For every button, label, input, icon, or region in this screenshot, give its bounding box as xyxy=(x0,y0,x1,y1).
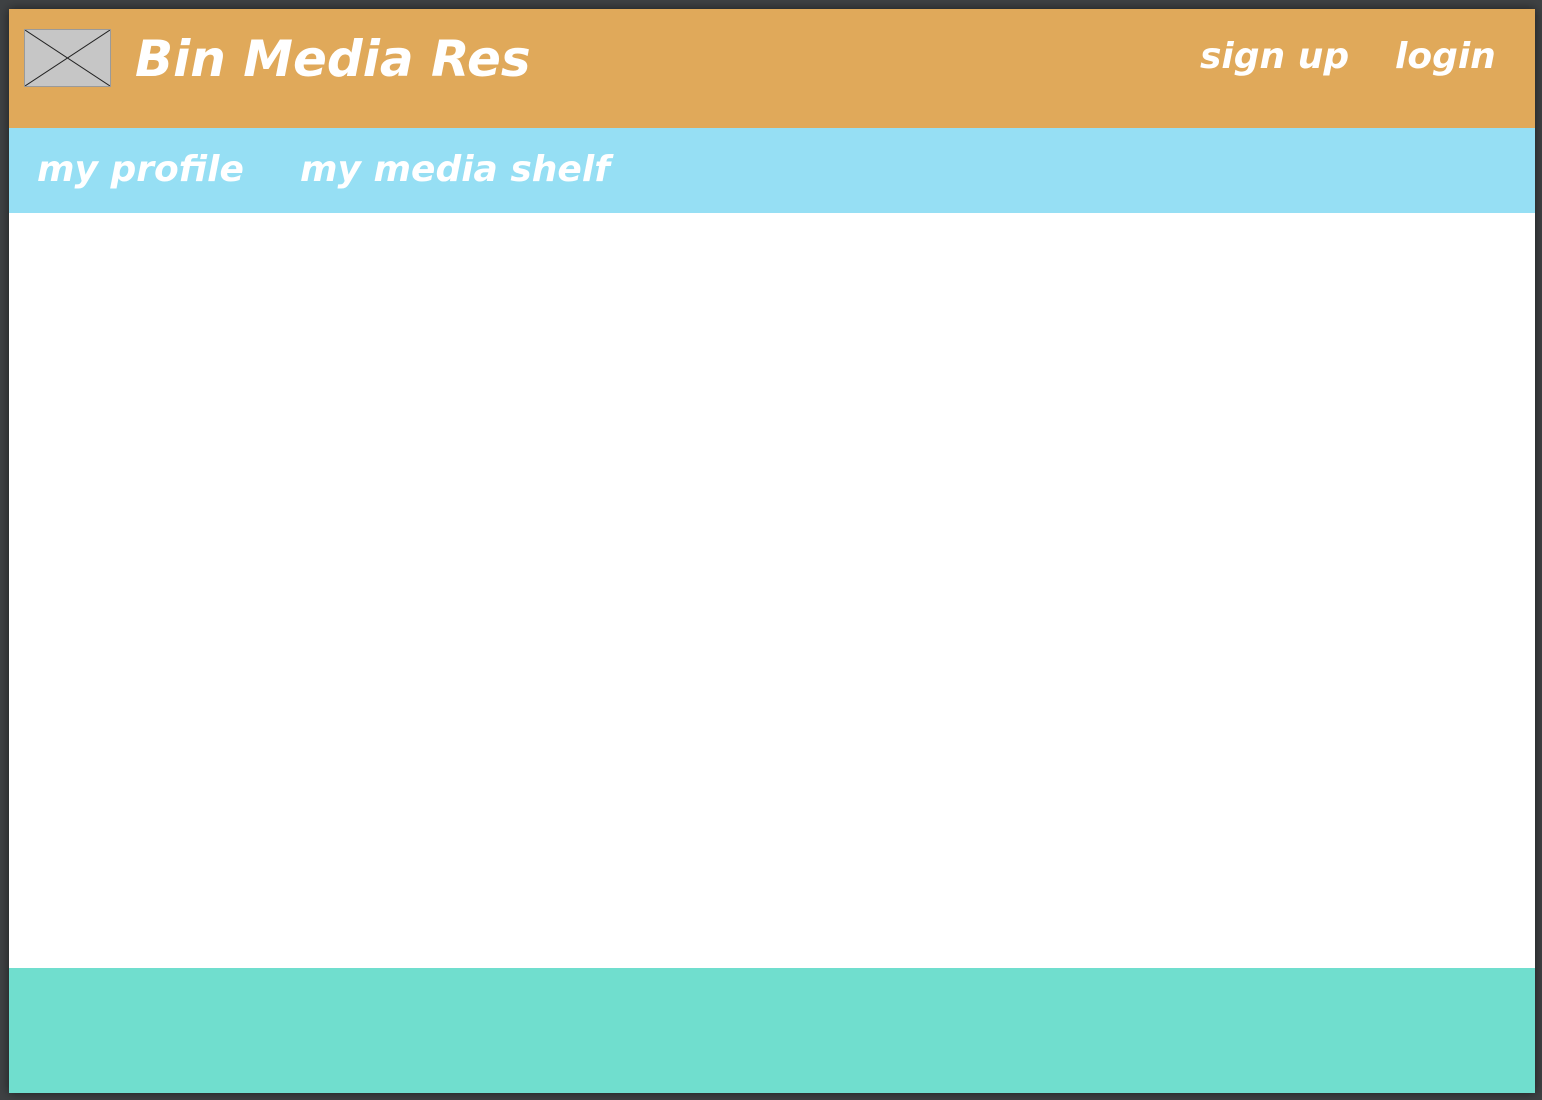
site-footer xyxy=(9,968,1535,1093)
image-placeholder-icon xyxy=(24,29,111,87)
main-content xyxy=(9,213,1535,968)
login-link[interactable]: login xyxy=(1395,33,1496,81)
nav-item-my-profile[interactable]: my profile xyxy=(37,146,244,194)
sign-up-link[interactable]: sign up xyxy=(1200,33,1349,81)
site-header: Bin Media Res sign up login xyxy=(9,9,1535,128)
main-nav: my profile my media shelf xyxy=(9,128,1535,213)
page-frame: Bin Media Res sign up login my profile m… xyxy=(9,9,1535,1093)
nav-item-my-media-shelf[interactable]: my media shelf xyxy=(300,146,610,194)
site-title: Bin Media Res xyxy=(135,30,531,88)
